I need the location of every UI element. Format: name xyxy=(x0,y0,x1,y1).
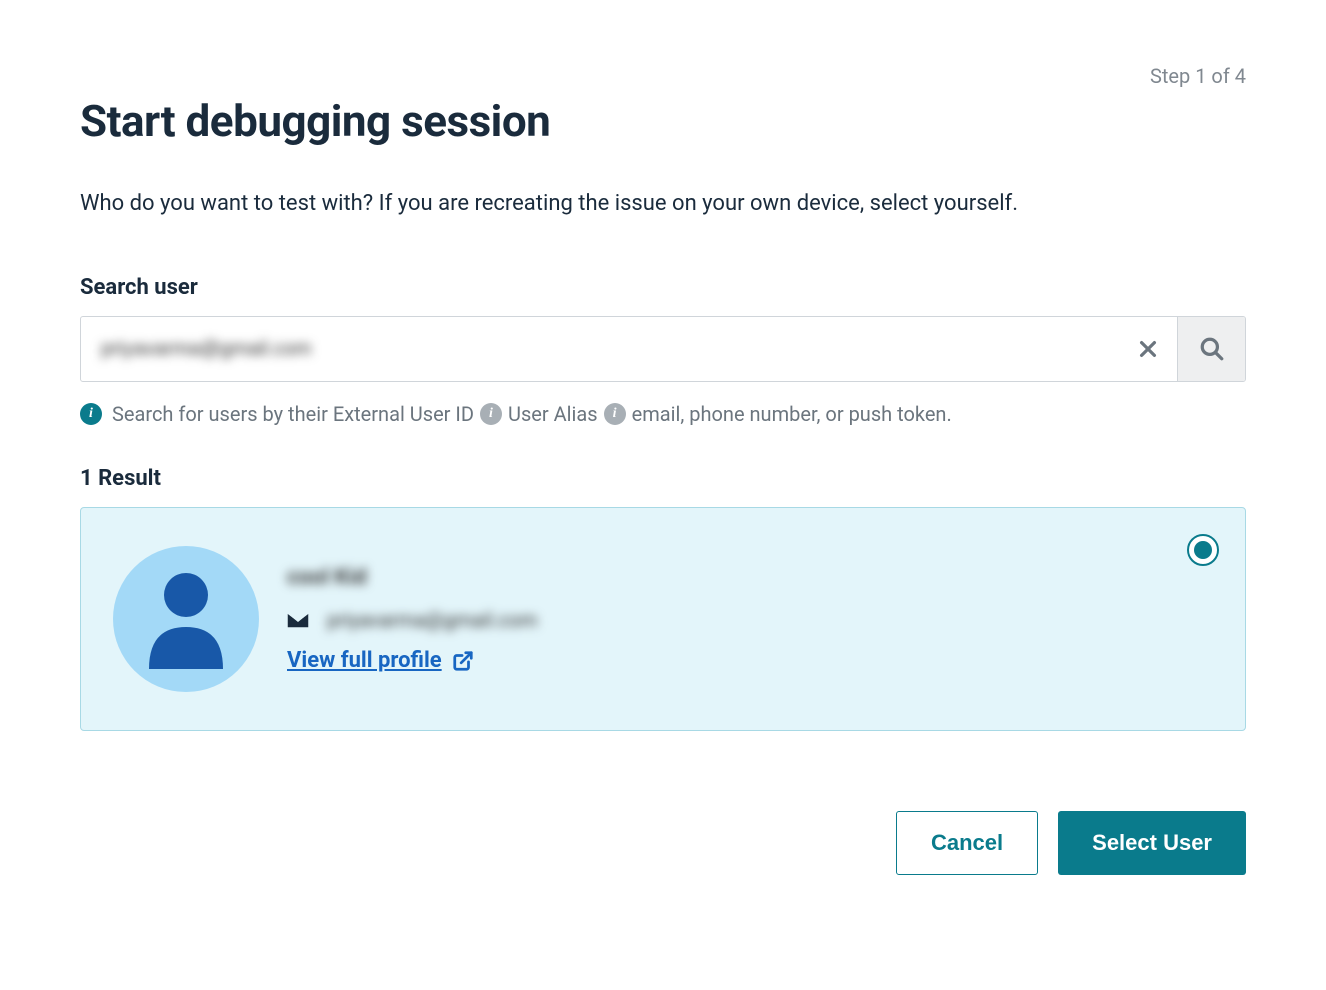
footer-actions: Cancel Select User xyxy=(80,811,1246,875)
result-info: cool Kid priyavarma@gmail.com View full … xyxy=(287,565,1213,673)
select-user-button[interactable]: Select User xyxy=(1058,811,1246,875)
user-name: cool Kid xyxy=(287,565,367,590)
envelope-icon xyxy=(287,612,309,628)
results-heading: 1 Result xyxy=(80,466,1246,491)
user-email: priyavarma@gmail.com xyxy=(327,608,538,632)
result-card[interactable]: cool Kid priyavarma@gmail.com View full … xyxy=(80,507,1246,731)
search-input[interactable] xyxy=(101,338,1099,361)
search-input-wrap xyxy=(81,317,1119,381)
search-row xyxy=(80,316,1246,382)
external-link-icon xyxy=(452,650,474,672)
clear-search-button[interactable] xyxy=(1119,317,1177,381)
search-label: Search user xyxy=(80,275,1246,300)
search-help-row: i Search for users by their External Use… xyxy=(80,402,1246,426)
email-row: priyavarma@gmail.com xyxy=(287,608,1213,632)
close-icon xyxy=(1137,338,1159,360)
search-help-part2: User Alias xyxy=(508,402,598,426)
info-icon: i xyxy=(80,403,102,425)
person-icon xyxy=(141,569,231,669)
page-subtitle: Who do you want to test with? If you are… xyxy=(80,187,1246,220)
page-title: Start debugging session xyxy=(80,95,550,147)
step-indicator: Step 1 of 4 xyxy=(1150,64,1246,88)
view-profile-link[interactable]: View full profile xyxy=(287,648,474,673)
info-icon[interactable]: i xyxy=(480,403,502,425)
search-help-part1: Search for users by their External User … xyxy=(112,402,474,426)
view-profile-label: View full profile xyxy=(287,648,442,673)
search-help-text: Search for users by their External User … xyxy=(112,402,952,426)
radio-selected[interactable] xyxy=(1187,534,1219,566)
search-help-part3: email, phone number, or push token. xyxy=(632,402,952,426)
info-icon[interactable]: i xyxy=(604,403,626,425)
avatar xyxy=(113,546,259,692)
search-icon xyxy=(1199,336,1225,362)
cancel-button[interactable]: Cancel xyxy=(896,811,1038,875)
search-button[interactable] xyxy=(1177,317,1245,381)
